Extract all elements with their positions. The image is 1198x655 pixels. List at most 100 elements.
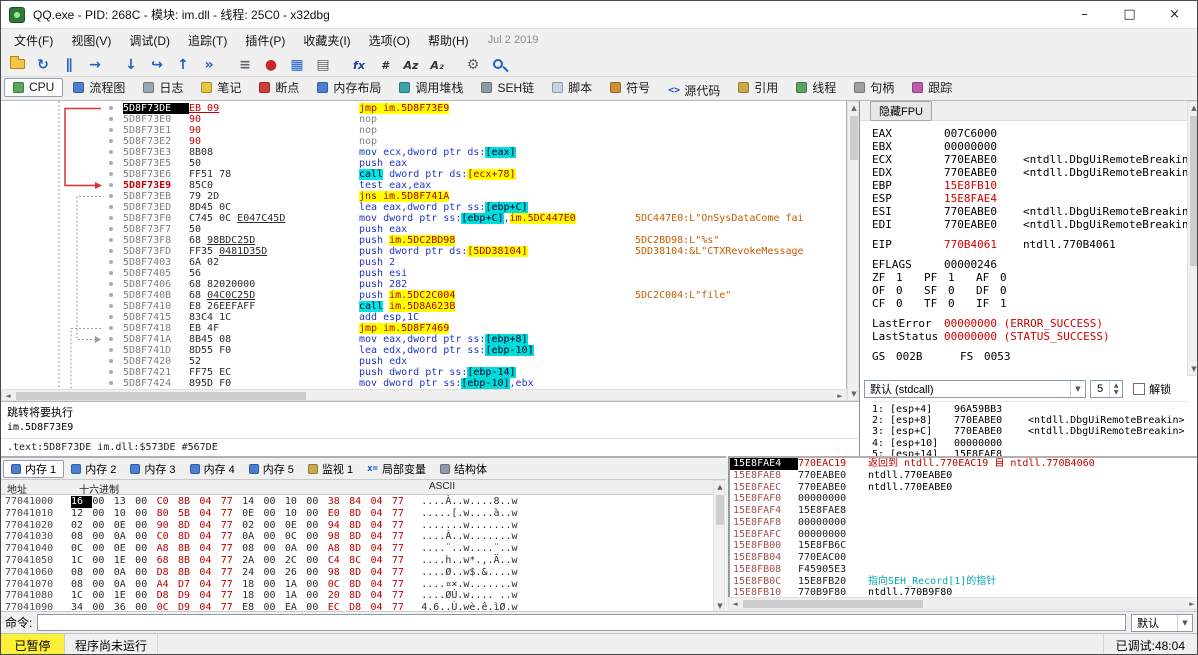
dump-byte[interactable]: 20 bbox=[328, 590, 349, 602]
disasm-row[interactable]: 5D8F740668 82020000push 282 bbox=[1, 279, 846, 290]
dump-byte[interactable]: 0E bbox=[114, 520, 135, 532]
open-file-button[interactable] bbox=[5, 51, 29, 73]
dump-byte[interactable]: 00 bbox=[135, 508, 156, 520]
dump-byte[interactable]: 04 bbox=[370, 543, 391, 555]
breakpoint-dot[interactable] bbox=[109, 139, 113, 143]
disasm-row[interactable]: 5D8F742052push edx bbox=[1, 356, 846, 367]
dump-byte[interactable]: 94 bbox=[328, 520, 349, 532]
dump-byte[interactable]: 04 bbox=[370, 496, 391, 508]
dump-byte[interactable]: 04 bbox=[199, 579, 220, 591]
dump-byte[interactable]: 0E bbox=[285, 520, 306, 532]
dump-byte[interactable]: 1C bbox=[71, 590, 92, 602]
disasm-row[interactable]: 5D8F741583C4 1Cadd esp,1C bbox=[1, 312, 846, 323]
dump-byte[interactable]: C0 bbox=[157, 531, 178, 543]
tab-script[interactable]: 脚本 bbox=[544, 78, 600, 97]
tab-graph[interactable]: 流程图 bbox=[65, 78, 133, 97]
dump-byte[interactable]: 00 bbox=[135, 543, 156, 555]
dump-row[interactable]: 7704101012001000805B04770E001000E08D0477… bbox=[1, 508, 711, 520]
breakpoint-dot[interactable] bbox=[109, 381, 113, 385]
dump-byte[interactable]: 2C bbox=[285, 555, 306, 567]
breakpoint-dot[interactable] bbox=[109, 282, 113, 286]
dump-byte[interactable]: 00 bbox=[264, 508, 285, 520]
dump-byte[interactable]: C0 bbox=[157, 496, 178, 508]
dump-byte[interactable]: 00 bbox=[92, 520, 113, 532]
tab-locals[interactable]: x=局部变量 bbox=[360, 460, 433, 478]
dump-byte[interactable]: 77 bbox=[392, 496, 413, 508]
disasm-row[interactable]: 5D8F73FDFF35 0481D35Dpush dword ptr ds:[… bbox=[1, 246, 846, 257]
stack-row[interactable]: 15E8FB10770B9F80ntdll.770B9F80 bbox=[730, 587, 1198, 597]
dump-byte[interactable]: 1A bbox=[285, 590, 306, 602]
register-row[interactable]: LastStatus00000000 (STATUS_SUCCESS) bbox=[872, 330, 1195, 343]
breakpoint-dot[interactable] bbox=[109, 326, 113, 330]
dump-byte[interactable]: 0A bbox=[114, 579, 135, 591]
disasm-row[interactable]: 5D8F741D8D55 F0lea edx,dword ptr ss:[ebp… bbox=[1, 345, 846, 356]
breakpoint-dot[interactable] bbox=[109, 271, 113, 275]
stack-row[interactable]: 15E8FB04770EAC00 bbox=[730, 552, 1198, 564]
disasm-row[interactable]: 5D8F73F0C745 0C E047C45Dmov dword ptr ss… bbox=[1, 213, 846, 224]
register-row[interactable]: EFLAGS00000246 bbox=[872, 258, 1195, 271]
dump-byte[interactable]: 84 bbox=[349, 496, 370, 508]
breakpoints-button[interactable]: ● bbox=[259, 54, 283, 76]
stack-row[interactable]: 15E8FB08F45905E3 bbox=[730, 564, 1198, 576]
stack-row[interactable]: 15E8FB0015E8FB6C bbox=[730, 540, 1198, 552]
dump-byte[interactable]: 08 bbox=[71, 579, 92, 591]
dump-byte[interactable]: 04 bbox=[199, 508, 220, 520]
dump-byte[interactable]: 8D bbox=[349, 590, 370, 602]
settings-button[interactable]: ⚙ bbox=[461, 54, 485, 76]
dump-byte[interactable]: 77 bbox=[221, 520, 242, 532]
dump-byte[interactable]: 00 bbox=[306, 520, 327, 532]
dump-byte[interactable]: 04 bbox=[370, 590, 391, 602]
argument-row[interactable]: 4:[esp+10]00000000 bbox=[872, 438, 1188, 449]
dump-byte[interactable]: 18 bbox=[242, 590, 263, 602]
dump-byte[interactable]: 02 bbox=[242, 520, 263, 532]
breakpoint-dot[interactable] bbox=[109, 348, 113, 352]
dump-byte[interactable]: 00 bbox=[306, 579, 327, 591]
dump-byte[interactable]: 90 bbox=[157, 520, 178, 532]
breakpoint-dot[interactable] bbox=[109, 249, 113, 253]
dump-byte[interactable]: 16 bbox=[71, 496, 92, 508]
dump-byte[interactable]: 8D bbox=[349, 520, 370, 532]
dump-byte[interactable]: D7 bbox=[178, 579, 199, 591]
stack-row[interactable]: 15E8FAE8770EABE0ntdll.770EABE0 bbox=[730, 470, 1198, 482]
dump-byte[interactable]: 04 bbox=[199, 496, 220, 508]
patches-button[interactable]: # bbox=[373, 54, 397, 76]
dump-byte[interactable]: A4 bbox=[157, 579, 178, 591]
dump-byte[interactable]: 10 bbox=[285, 508, 306, 520]
run-button[interactable]: → bbox=[83, 54, 107, 76]
font-size-button[interactable]: A₂ bbox=[425, 54, 449, 76]
dump-row[interactable]: 7704103008000A00C08D04770A000C00988D0477… bbox=[1, 531, 711, 543]
breakpoint-dot[interactable] bbox=[109, 128, 113, 132]
dump-byte[interactable]: E0 bbox=[328, 508, 349, 520]
dump-byte[interactable]: 0A bbox=[285, 543, 306, 555]
dump-byte[interactable]: 00 bbox=[135, 496, 156, 508]
dump-byte[interactable]: 08 bbox=[71, 567, 92, 579]
dump-byte[interactable]: 00 bbox=[92, 590, 113, 602]
dump-byte[interactable]: D9 bbox=[178, 590, 199, 602]
tab-handles[interactable]: 句柄 bbox=[846, 78, 902, 97]
tab-call-stack[interactable]: 调用堆栈 bbox=[391, 78, 471, 97]
command-profile-select[interactable]: 默认 ▼ bbox=[1131, 614, 1193, 632]
breakpoint-dot[interactable] bbox=[109, 337, 113, 341]
breakpoint-dot[interactable] bbox=[109, 227, 113, 231]
dump-byte[interactable]: 12 bbox=[71, 508, 92, 520]
breakpoint-dot[interactable] bbox=[109, 150, 113, 154]
case-toggle-button[interactable]: Az bbox=[399, 54, 423, 76]
command-input[interactable] bbox=[37, 614, 1126, 631]
dump-byte[interactable]: 80 bbox=[157, 508, 178, 520]
dump-byte[interactable]: 98 bbox=[328, 531, 349, 543]
register-row[interactable]: CF0TF0IF1 bbox=[872, 297, 1195, 310]
breakpoint-dot[interactable] bbox=[109, 194, 113, 198]
dump-byte[interactable]: 00 bbox=[264, 555, 285, 567]
menu-item-0[interactable]: 文件(F) bbox=[5, 32, 62, 50]
argument-row[interactable]: 2:[esp+8]770EABE0<ntdll.DbgUiRemoteBreak… bbox=[872, 415, 1188, 426]
tab-trace[interactable]: 跟踪 bbox=[904, 78, 960, 97]
register-row[interactable]: OF0SF0DF0 bbox=[872, 284, 1195, 297]
dump-byte[interactable]: 8B bbox=[178, 555, 199, 567]
stack-row[interactable]: 15E8FAFC00000000 bbox=[730, 529, 1198, 541]
register-row[interactable]: ECX770EABE0<ntdll.DbgUiRemoteBreakin> bbox=[872, 153, 1195, 166]
tab-symbols[interactable]: 符号 bbox=[602, 78, 658, 97]
close-button[interactable]: × bbox=[1152, 1, 1197, 29]
dump-panel[interactable]: 内存 1内存 2内存 3内存 4内存 5监视 1x=局部变量结构体 地址 十六进… bbox=[1, 456, 726, 611]
dump-byte[interactable]: 8D bbox=[178, 520, 199, 532]
dump-byte[interactable]: 00 bbox=[135, 579, 156, 591]
